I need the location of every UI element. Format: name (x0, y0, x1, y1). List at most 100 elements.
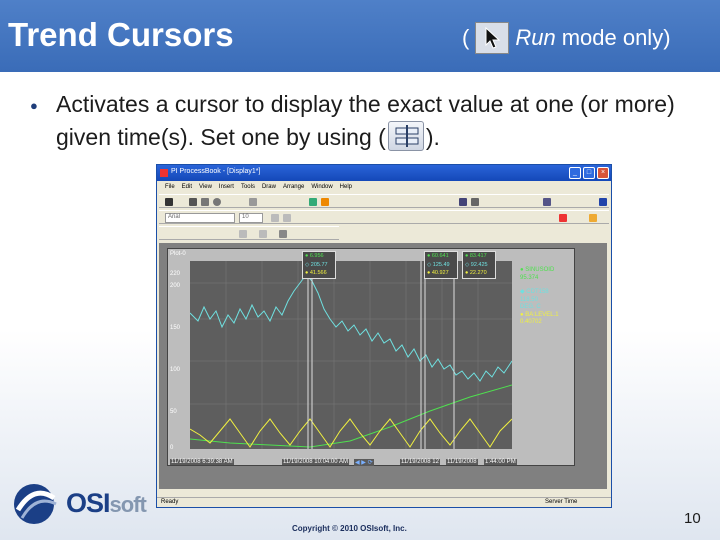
cursor-1-sinusoid: ● 6.956 (305, 253, 324, 259)
y-tick-0: 0 (170, 445, 174, 451)
start-time[interactable]: 11/19/2008 6:39:38 AM (170, 459, 234, 465)
page-number: 10 (684, 510, 701, 527)
rectangle-tool-icon[interactable] (201, 198, 209, 206)
run-note-rest: mode only) (561, 25, 671, 50)
minimize-icon[interactable]: _ (569, 167, 581, 179)
menu-view[interactable]: View (199, 184, 212, 190)
trend-cursor-button-icon (387, 121, 424, 151)
refresh-icon[interactable] (259, 230, 267, 238)
legend-spacer (520, 282, 559, 289)
pointer-icon (475, 22, 510, 54)
end-time[interactable]: 1:44:00 PM (484, 459, 517, 465)
bar-tool-icon[interactable] (321, 198, 329, 206)
time-range-icon[interactable] (239, 230, 247, 238)
cursor-2-cdt158: ◇ 125.49 (427, 261, 450, 268)
color-icon[interactable] (559, 214, 567, 222)
osisoft-logo: OSIsoft (10, 480, 147, 526)
value-tool-icon[interactable] (249, 198, 257, 206)
maximize-icon[interactable]: □ (583, 167, 595, 179)
trend-plot-area[interactable] (189, 261, 513, 449)
title-bar: Trend Cursors ( Run mode only) (0, 0, 720, 72)
trend-name: Plot-0 (170, 251, 186, 257)
bold-icon[interactable] (271, 214, 279, 222)
status-server-time: Server Time (545, 499, 578, 505)
help-icon[interactable] (599, 198, 607, 206)
slide-title: Trend Cursors (8, 16, 234, 53)
legend-cdt158: ◆ CDT158 (520, 289, 549, 295)
print-icon[interactable] (471, 198, 479, 206)
cursor-time-1[interactable]: 11/19/2008 10:04:00 AM (282, 459, 349, 465)
font-size-select[interactable]: 10 (239, 213, 263, 223)
menu-edit[interactable]: Edit (182, 184, 192, 190)
trend-symbol[interactable]: Plot-0 220 200 150 100 50 0 ● 6.956 ◇ 20… (167, 248, 575, 466)
logo-soft: soft (109, 491, 147, 517)
menu-draw[interactable]: Draw (262, 184, 276, 190)
time-axis: 11/19/2008 6:39:38 AM 11/19/2008 10:04:0… (170, 459, 574, 467)
line-tool-icon[interactable] (189, 198, 197, 206)
trend-tool-icon[interactable] (309, 198, 317, 206)
cursor-value-box: ● 6.956 ◇ 205.77 ● 41.566 (302, 251, 336, 279)
cursor-2-level: ● 40.927 (427, 270, 449, 276)
menu-help[interactable]: Help (340, 184, 352, 190)
legend-level: ● BA:LEVEL.1 (520, 311, 559, 318)
trend-toolbar (159, 226, 339, 240)
menu-arrange[interactable]: Arrange (283, 184, 304, 190)
drawing-toolbar (159, 194, 609, 208)
app-icon (160, 169, 168, 177)
trend-traces (189, 261, 513, 449)
tag-search-icon[interactable] (279, 230, 287, 238)
y-tick-50: 50 (170, 409, 177, 415)
nav-arrows-icon[interactable]: ◀ ▶ ⟳ (354, 459, 374, 466)
italic-icon[interactable] (283, 214, 291, 222)
cursor-3-sinusoid: ● 83.417 (465, 253, 487, 259)
copyright: Copyright © 2010 OSIsoft, Inc. (292, 524, 407, 533)
y-tick-150: 150 (170, 325, 181, 331)
window-title: PI ProcessBook - [Display1*] (171, 168, 261, 175)
font-name-select[interactable]: Arial (165, 213, 235, 223)
legend-cdt158-value: 118.50 (520, 296, 538, 303)
cursor-time-2[interactable]: 11/19/2008 12 (400, 459, 440, 465)
bullet-text-main: Activates a cursor to display the exact … (56, 91, 675, 150)
format-toolbar: Arial 10 (159, 210, 609, 224)
close-icon[interactable]: × (597, 167, 609, 179)
menu-window[interactable]: Window (311, 184, 332, 190)
cursor-3-level: ● 22.270 (465, 270, 487, 276)
window-titlebar: PI ProcessBook - [Display1*] _ □ × (157, 165, 611, 181)
status-ready: Ready (161, 499, 179, 505)
bullet-text: Activates a cursor to display the exact … (56, 88, 706, 154)
logo-main: OSI (66, 487, 111, 518)
status-bar: Ready Server Time (157, 497, 611, 507)
logo-text: OSIsoft (66, 487, 147, 519)
cursor-time-3[interactable]: 11/19/2008 (446, 459, 478, 465)
menu-bar: File Edit View Insert Tools Draw Arrange… (157, 181, 611, 193)
osisoft-logo-icon (14, 484, 57, 524)
run-note-open: ( (462, 25, 470, 50)
y-tick-200: 200 (170, 283, 181, 289)
cursor-3-cdt158: ◇ 92.425 (465, 261, 488, 268)
cursor-value-box: ● 60.641 ◇ 125.49 ● 40.927 (424, 251, 458, 279)
run-mode-label: Run (515, 25, 556, 50)
save-icon[interactable] (459, 198, 467, 206)
pointer-tool-icon[interactable] (165, 198, 173, 206)
y-tick-220: 220 (170, 271, 181, 277)
ellipse-tool-icon[interactable] (213, 198, 221, 206)
legend-cdt158-units: DEG. C (520, 304, 541, 310)
cursor-1-level: ● 41.566 (305, 270, 327, 276)
trend-legend: ● SINUSOID 95.374 ◆ CDT158 118.50 DEG. C… (520, 267, 559, 327)
legend-sinusoid: ● SINUSOID (520, 267, 555, 273)
legend-level-value: 0.40702 (520, 319, 542, 325)
zoom-icon[interactable] (589, 214, 597, 222)
legend-sinusoid-value: 95.374 (520, 274, 539, 281)
bullet-text-end: ). (425, 124, 440, 150)
bullet-dot: ● (30, 98, 38, 113)
cursor-1-cdt158: ◇ 205.77 (305, 261, 328, 268)
processbook-window: PI ProcessBook - [Display1*] _ □ × File … (156, 164, 612, 508)
cursor-value-box: ● 83.417 ◇ 92.425 ● 22.270 (462, 251, 496, 279)
menu-insert[interactable]: Insert (219, 184, 234, 190)
cursor-2-sinusoid: ● 60.641 (427, 253, 449, 259)
display-canvas: Plot-0 220 200 150 100 50 0 ● 6.956 ◇ 20… (159, 243, 607, 489)
undo-icon[interactable] (543, 198, 551, 206)
menu-tools[interactable]: Tools (241, 184, 255, 190)
run-mode-note: ( Run mode only) (462, 22, 671, 54)
menu-file[interactable]: File (165, 184, 175, 190)
